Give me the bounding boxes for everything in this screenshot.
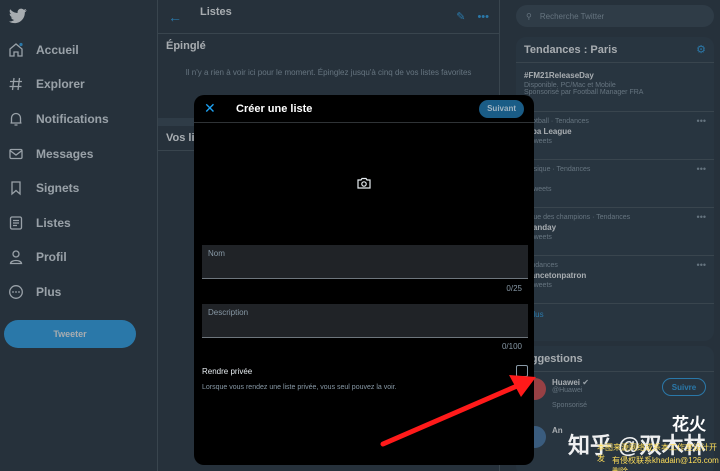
nav-item-messages[interactable]: Messages <box>8 141 93 167</box>
nav-label: Profil <box>36 250 67 264</box>
search-box[interactable]: ⚲ Recherche Twitter <box>516 5 714 27</box>
modal-header: ✕ Créer une liste Suivant <box>194 95 534 123</box>
nav-label: Notifications <box>36 112 109 126</box>
trends-panel: Tendances : Paris ⚙ #FM21ReleaseDay Disp… <box>516 37 714 341</box>
description-counter: 0/100 <box>501 342 522 351</box>
trend-item[interactable]: Tendances alancetonpatron 3 Tweets ••• <box>516 256 714 304</box>
home-icon <box>9 42 23 57</box>
nav-item-home[interactable]: Accueil <box>8 37 79 63</box>
nav-label: Accueil <box>36 43 79 57</box>
name-input[interactable] <box>208 258 522 270</box>
more-icon[interactable]: ••• <box>697 260 706 270</box>
list-icon <box>9 216 23 230</box>
nav-item-lists[interactable]: Listes <box>8 210 71 236</box>
close-icon[interactable]: ✕ <box>204 100 224 117</box>
sidebar: Accueil Explorer Notifications Messages … <box>0 0 157 471</box>
nav-item-explore[interactable]: Explorer <box>8 71 85 97</box>
suggestion-item[interactable]: Huawei ✔ @Huawei Sponsorisé Suivre <box>516 372 714 420</box>
suggestion-handle: @Huawei <box>552 387 583 394</box>
name-counter: 0/25 <box>506 284 522 293</box>
trend-item[interactable]: #FM21ReleaseDay Disponible. PC/Mac et Mo… <box>516 63 714 112</box>
more-icon[interactable]: ••• <box>697 164 706 174</box>
main-header: ← Listes ✎ ••• <box>158 0 499 34</box>
tweet-button[interactable]: Tweeter <box>4 320 136 348</box>
gear-icon[interactable]: ⚙ <box>696 43 706 56</box>
trend-item[interactable]: Ligue des champions · Tendances ylianday… <box>516 208 714 256</box>
search-input[interactable]: Recherche Twitter <box>540 12 604 21</box>
nav-label: Signets <box>36 181 80 195</box>
nav-item-bookmarks[interactable]: Signets <box>8 175 79 201</box>
suggestion-name: Huawei <box>552 378 581 387</box>
hashtag-icon <box>9 77 22 91</box>
nav-item-profile[interactable]: Profil <box>8 244 67 270</box>
right-column: ⚲ Recherche Twitter Tendances : Paris ⚙ … <box>516 0 720 471</box>
nav-label: Listes <box>36 216 71 230</box>
next-button[interactable]: Suivant <box>479 99 524 118</box>
modal-title: Créer une liste <box>236 102 313 115</box>
description-field[interactable]: Description <box>202 304 528 338</box>
trend-item[interactable]: Musique · Tendances rti k Tweets ••• <box>516 160 714 208</box>
private-description: Lorsque vous rendez une liste privée, vo… <box>202 384 397 391</box>
nav-label: Plus <box>36 285 62 299</box>
description-input[interactable] <box>208 317 522 329</box>
pinned-empty-message: Il n'y a rien à voir ici pour le moment.… <box>185 68 472 77</box>
trends-title: Tendances : Paris <box>524 43 618 56</box>
pinned-title: Épinglé <box>166 40 206 52</box>
trend-item[interactable]: Football · Tendances ropa League 8 Tweet… <box>516 112 714 160</box>
more-icon[interactable]: ••• <box>697 116 706 126</box>
camera-icon[interactable] <box>357 177 371 189</box>
description-label: Description <box>208 308 249 317</box>
page-title: Listes <box>200 5 232 18</box>
name-field[interactable]: Nom <box>202 245 528 279</box>
twitter-bird-icon[interactable] <box>9 8 27 24</box>
private-title: Rendre privée <box>202 367 253 376</box>
nav-item-more[interactable]: Plus <box>8 279 61 305</box>
nav-item-notifications[interactable]: Notifications <box>8 106 109 132</box>
suggestion-name: An <box>552 426 563 435</box>
more-icon[interactable]: ••• <box>477 11 489 23</box>
more-circle-icon <box>9 285 23 299</box>
bookmark-icon <box>11 181 21 196</box>
nav-label: Explorer <box>36 77 85 91</box>
back-arrow-icon[interactable]: ← <box>168 9 188 25</box>
more-icon[interactable]: ••• <box>697 212 706 222</box>
envelope-icon <box>9 148 23 160</box>
suggestions-panel: uggestions Huawei ✔ @Huawei Sponsorisé S… <box>516 346 714 471</box>
suggestions-title: uggestions <box>516 346 714 372</box>
verified-icon: ✔ <box>582 378 589 387</box>
person-icon <box>9 250 23 265</box>
nav-label: Messages <box>36 147 94 161</box>
promoted-label: Sponsorisé <box>552 402 588 409</box>
trends-header: Tendances : Paris ⚙ <box>516 37 714 63</box>
name-label: Nom <box>208 249 225 258</box>
new-list-icon[interactable]: ✎ <box>456 10 465 23</box>
show-more-link[interactable]: r plus <box>516 304 714 325</box>
follow-button[interactable]: Suivre <box>662 378 706 396</box>
search-icon: ⚲ <box>526 11 532 21</box>
create-list-modal: ✕ Créer une liste Suivant Nom 0/25 Descr… <box>194 95 534 465</box>
private-checkbox[interactable] <box>516 365 528 377</box>
banner-upload-area[interactable] <box>194 123 534 243</box>
suggestion-item[interactable]: An <box>516 420 714 468</box>
bell-icon <box>10 112 22 126</box>
